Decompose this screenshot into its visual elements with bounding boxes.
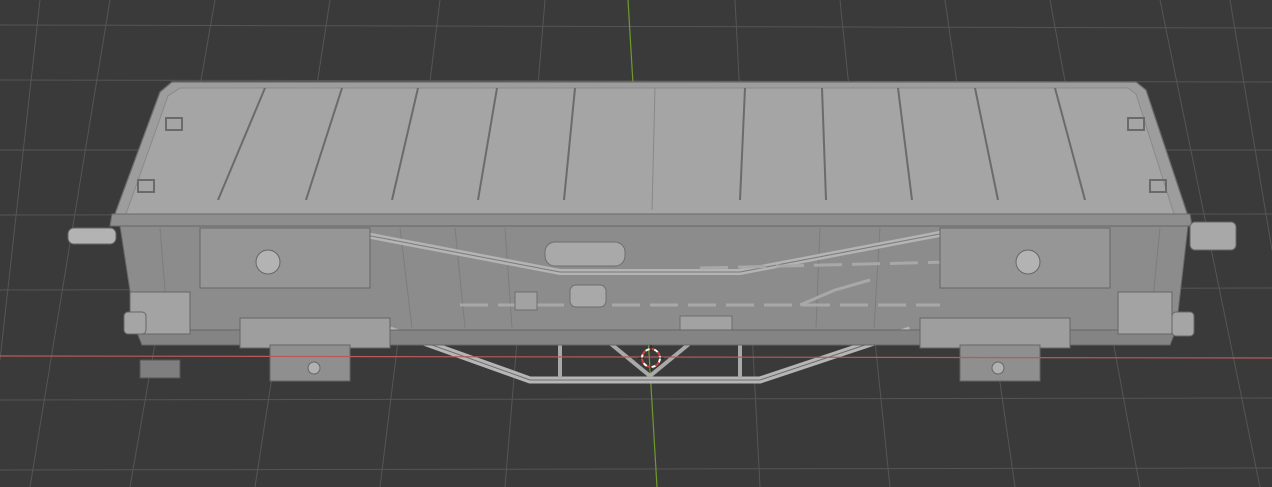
- x-axis-line: [0, 355, 1272, 359]
- viewport-canvas[interactable]: [0, 0, 1272, 487]
- right-coupler: [1189, 221, 1237, 251]
- left-coupler: [67, 227, 117, 245]
- 3d-viewport[interactable]: [0, 0, 1272, 487]
- freight-car-model[interactable]: [67, 81, 1237, 384]
